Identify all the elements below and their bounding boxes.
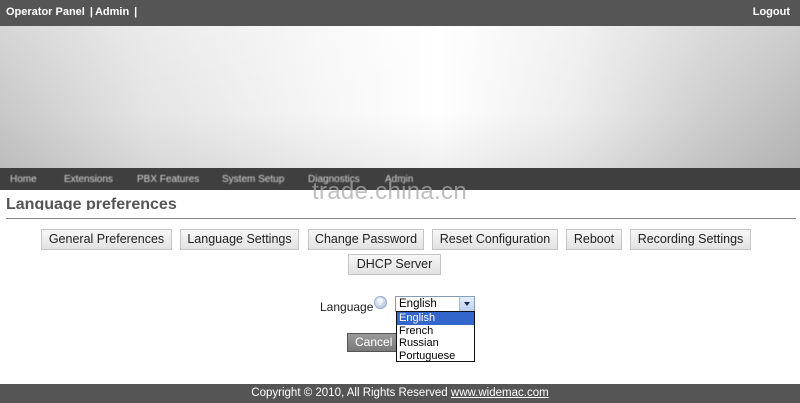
website-link[interactable]: www.widemac.com (451, 387, 549, 399)
logout-area: Logout (753, 6, 790, 18)
help-icon[interactable]: ? (374, 296, 387, 309)
tab-general-preferences[interactable]: General Preferences (41, 229, 172, 250)
nav-item-system-setup[interactable]: System Setup (222, 174, 284, 185)
divider (6, 218, 796, 219)
nav-item-home[interactable]: Home (10, 174, 37, 185)
chevron-down-icon (464, 302, 470, 306)
logout-link[interactable]: Logout (753, 6, 790, 18)
language-dropdown-list: English French Russian Portuguese (396, 311, 475, 362)
tab-reset-configuration[interactable]: Reset Configuration (432, 229, 558, 250)
operator-panel-link[interactable]: Operator Panel (6, 6, 85, 18)
copyright-text: Copyright © 2010, All Rights Reserved (251, 387, 448, 399)
tab-change-password[interactable]: Change Password (308, 229, 424, 250)
header-banner (0, 26, 800, 168)
tab-reboot[interactable]: Reboot (566, 229, 622, 250)
language-select[interactable]: English (395, 296, 475, 312)
top-links: Operator Panel | Admin | (6, 6, 139, 18)
language-select-value: English (399, 298, 437, 310)
page-title: Language preferences (6, 196, 177, 210)
tab-dhcp-server[interactable]: DHCP Server (348, 254, 441, 275)
language-option-french[interactable]: French (397, 325, 474, 338)
tab-language-settings[interactable]: Language Settings (180, 229, 299, 250)
separator: | (134, 6, 138, 18)
dropdown-button[interactable] (459, 297, 474, 311)
language-option-russian[interactable]: Russian (397, 337, 474, 350)
top-bar: Operator Panel | Admin | Logout (0, 0, 800, 26)
nav-item-extensions[interactable]: Extensions (64, 174, 113, 185)
tab-recording-settings[interactable]: Recording Settings (630, 229, 751, 250)
nav-item-pbx-features[interactable]: PBX Features (137, 174, 199, 185)
separator: | (89, 6, 93, 18)
footer: Copyright © 2010, All Rights Reserved ww… (0, 384, 800, 403)
cancel-button[interactable]: Cancel (347, 333, 397, 352)
language-option-portuguese[interactable]: Portuguese (397, 350, 474, 363)
language-option-english[interactable]: English (397, 312, 474, 325)
language-label: Language (320, 300, 374, 314)
admin-link[interactable]: Admin (95, 6, 129, 18)
watermark: trade.china.cn (312, 178, 467, 205)
